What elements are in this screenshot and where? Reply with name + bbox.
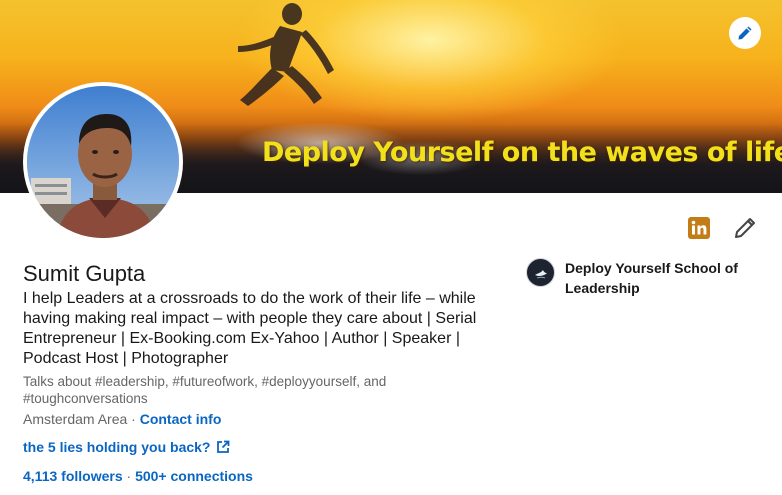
external-link-icon: [217, 440, 230, 453]
profile-headline: I help Leaders at a crossroads to do the…: [23, 290, 477, 367]
followers-link[interactable]: 4,113 followers: [23, 468, 123, 484]
location-separator: ·: [131, 411, 136, 427]
linkedin-icon[interactable]: [688, 217, 710, 239]
pencil-icon: [735, 218, 755, 238]
profile-name: Sumit Gupta: [23, 261, 146, 286]
profile-photo-image: [27, 86, 179, 238]
contact-info-link[interactable]: Contact info: [140, 411, 222, 427]
connections-link[interactable]: 500+ connections: [135, 468, 253, 484]
pencil-icon: [738, 26, 752, 40]
company-logo: [526, 258, 555, 287]
current-company[interactable]: Deploy Yourself School of Leadership: [526, 258, 755, 298]
location-text: Amsterdam Area: [23, 411, 128, 427]
website-link-label: the 5 lies holding you back?: [23, 439, 211, 455]
edit-cover-button[interactable]: [729, 17, 761, 49]
company-name: Deploy Yourself School of Leadership: [565, 260, 738, 296]
profile-top-card: Deploy Yourself on the waves of life Sum…: [0, 0, 782, 495]
location-row: Amsterdam Area · Contact info: [23, 411, 221, 427]
talks-about: Talks about #leadership, #futureofwork, …: [23, 374, 387, 406]
surfer-silhouette: [238, 3, 334, 106]
counts-separator: ·: [126, 468, 132, 484]
edit-intro-button[interactable]: [733, 216, 757, 240]
profile-photo[interactable]: [23, 82, 183, 242]
network-counts: 4,113 followers · 500+ connections: [23, 468, 253, 484]
cover-tagline: Deploy Yourself on the waves of life: [262, 137, 782, 168]
website-link[interactable]: the 5 lies holding you back?: [23, 439, 230, 455]
bird-icon: [534, 269, 547, 278]
